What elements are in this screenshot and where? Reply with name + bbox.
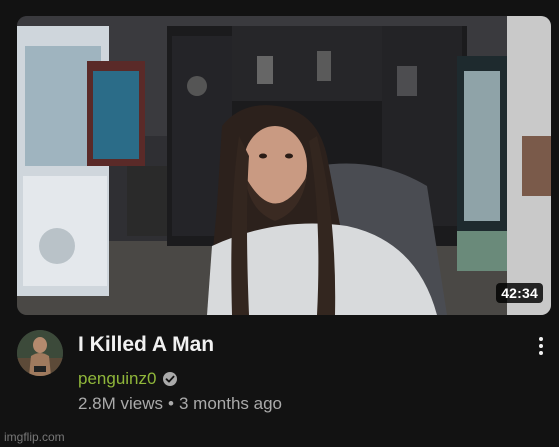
video-title[interactable]: I Killed A Man	[78, 333, 214, 357]
thumbnail-image	[17, 16, 551, 315]
ellipsis-dot	[539, 351, 543, 355]
channel-avatar[interactable]	[17, 330, 63, 376]
ellipsis-dot	[539, 344, 543, 348]
vertical-ellipsis-icon[interactable]	[531, 333, 551, 359]
ellipsis-dot	[539, 337, 543, 341]
video-card[interactable]: 42:34 I Killed A Man penguinz0 2.8M view…	[0, 0, 559, 447]
view-count: 2.8M views	[78, 394, 164, 413]
stats-separator: •	[168, 394, 174, 413]
video-thumbnail[interactable]: 42:34	[17, 16, 551, 315]
video-stats: 2.8M views • 3 months ago	[78, 394, 282, 414]
video-details: I Killed A Man penguinz0 2.8M views • 3 mo…	[17, 329, 551, 419]
watermark: imgflip.com	[4, 430, 65, 444]
channel-row: penguinz0	[78, 368, 178, 390]
upload-age: 3 months ago	[178, 394, 282, 413]
duration-badge: 42:34	[496, 283, 543, 303]
channel-name[interactable]: penguinz0	[78, 369, 156, 389]
verified-check-icon	[162, 371, 178, 387]
avatar-image	[17, 330, 63, 376]
